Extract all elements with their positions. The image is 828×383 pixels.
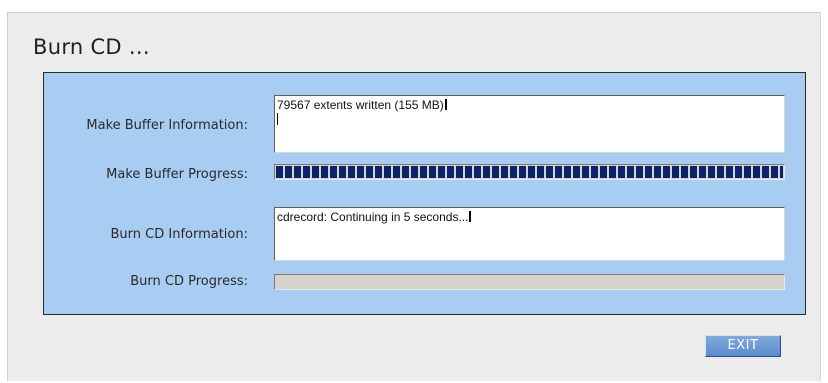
- text-caret: [469, 211, 472, 222]
- burn-cd-progress-bar: [274, 274, 785, 290]
- window-title: Burn CD ...: [33, 35, 150, 59]
- text-caret: [277, 113, 278, 125]
- exit-button[interactable]: EXIT: [705, 335, 781, 357]
- make-buffer-progress-fill: [276, 166, 783, 178]
- burn-cd-info-label: Burn CD Information:: [110, 227, 249, 242]
- make-buffer-info-label: Make Buffer Information:: [86, 118, 248, 133]
- make-buffer-progress-label: Make Buffer Progress:: [106, 167, 248, 182]
- burn-cd-progress-label: Burn CD Progress:: [130, 274, 248, 289]
- make-buffer-progress-bar: [274, 164, 785, 180]
- burn-status-panel: Make Buffer Information: 79567 extents w…: [43, 72, 806, 315]
- burn-cd-info-text: cdrecord: Continuing in 5 seconds...: [277, 210, 469, 224]
- make-buffer-info-box[interactable]: 79567 extents written (155 MB): [274, 95, 785, 153]
- make-buffer-info-text: 79567 extents written (155 MB): [277, 98, 444, 112]
- text-caret: [444, 99, 447, 110]
- burn-cd-info-box[interactable]: cdrecord: Continuing in 5 seconds...: [274, 207, 785, 261]
